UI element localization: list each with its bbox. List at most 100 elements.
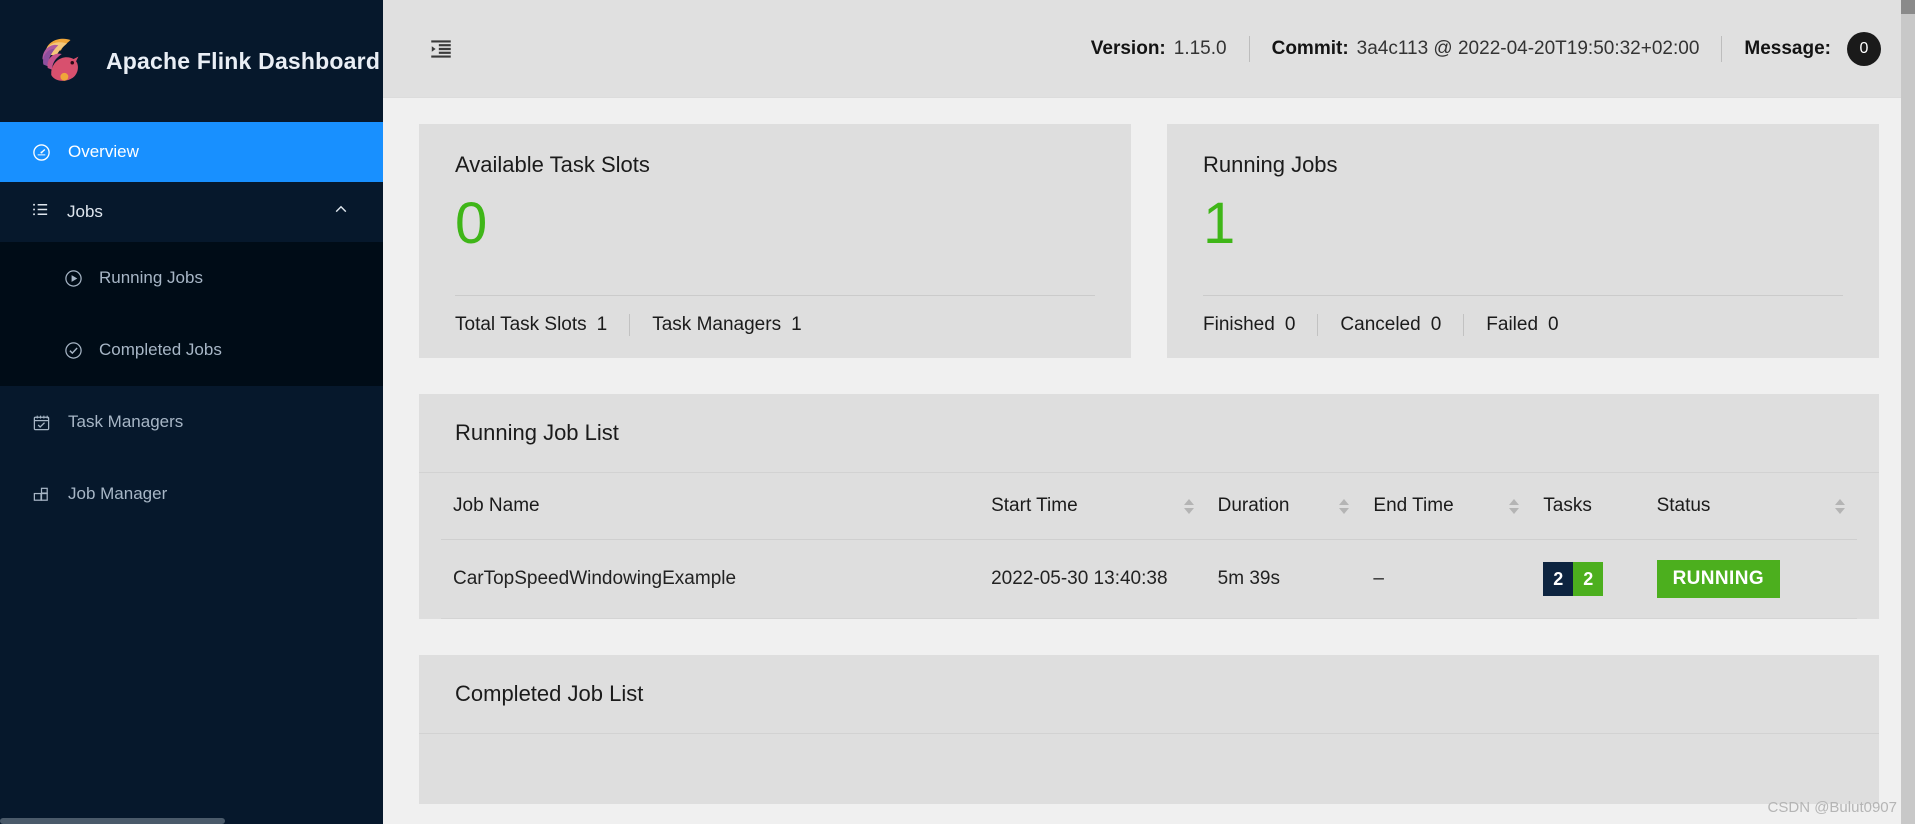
- content-scroll-area: Available Task Slots 0 Total Task Slots …: [383, 98, 1915, 824]
- column-label: Tasks: [1543, 495, 1592, 516]
- sidebar-item-jobs[interactable]: Jobs: [0, 182, 383, 242]
- card-value-available-task-slots: 0: [455, 191, 488, 256]
- divider: [629, 314, 631, 336]
- sort-toggle-status[interactable]: [1835, 498, 1845, 514]
- th-wrap: Tasks: [1543, 495, 1632, 517]
- column-label: Start Time: [991, 495, 1078, 516]
- table-header: Job Name Start Time Duration End Time Ta…: [441, 473, 1857, 540]
- flink-dashboard: Apache Flink Dashboard Overview Jobs Run…: [0, 0, 1915, 824]
- running-job-list-body: Job Name Start Time Duration End Time Ta…: [419, 473, 1879, 619]
- cell-end-time: –: [1361, 539, 1532, 619]
- th-wrap: Job Name: [453, 495, 967, 517]
- footer-label: Failed: [1486, 314, 1539, 335]
- menu-fold-icon[interactable]: [423, 31, 459, 67]
- card-footer: Total Task Slots 1 Task Managers 1: [455, 314, 1095, 336]
- column-header-duration[interactable]: Duration: [1205, 473, 1362, 540]
- footer-value: 1: [791, 314, 802, 335]
- sort-toggle-start-time[interactable]: [1183, 498, 1194, 514]
- table-body: CarTopSpeedWindowingExample 2022-05-30 1…: [441, 539, 1857, 619]
- th-wrap: End Time: [1373, 495, 1520, 517]
- sidebar-item-task-managers[interactable]: Task Managers: [0, 386, 383, 458]
- card-running-jobs: Running Jobs 1 Finished 0 Canceled 0 Fai…: [1167, 124, 1879, 358]
- summary-cards-row: Available Task Slots 0 Total Task Slots …: [419, 124, 1879, 358]
- message-count-badge[interactable]: 0: [1847, 31, 1881, 66]
- cell-job-name[interactable]: CarTopSpeedWindowingExample: [441, 539, 980, 619]
- sidebar-horizontal-scrollbar[interactable]: [0, 818, 225, 824]
- version-label: Version:: [1090, 37, 1166, 59]
- sidebar-item-label-job-manager: Job Manager: [68, 484, 168, 503]
- sidebar-item-label-running-jobs: Running Jobs: [99, 268, 203, 287]
- sidebar-item-job-manager[interactable]: Job Manager: [0, 458, 383, 530]
- sort-toggle-duration[interactable]: [1339, 498, 1350, 514]
- table-row[interactable]: CarTopSpeedWindowingExample 2022-05-30 1…: [441, 539, 1857, 619]
- task-badge-group: 2 2: [1543, 562, 1604, 596]
- column-label: Status: [1656, 495, 1711, 516]
- brand-title: Apache Flink Dashboard: [106, 47, 381, 74]
- footer-failed: Failed 0: [1486, 314, 1558, 336]
- running-job-list-title: Running Job List: [419, 394, 1879, 473]
- footer-value: 1: [596, 314, 608, 335]
- sidebar-item-label-overview: Overview: [68, 142, 139, 161]
- sort-toggle-end-time[interactable]: [1509, 498, 1520, 514]
- sidebar-submenu-jobs: Running Jobs Completed Jobs: [0, 242, 383, 386]
- column-header-tasks[interactable]: Tasks: [1531, 473, 1645, 540]
- column-header-start-time[interactable]: Start Time: [979, 473, 1206, 540]
- commit-label: Commit:: [1271, 37, 1349, 59]
- divider: [1317, 314, 1319, 336]
- divider: [1721, 35, 1723, 62]
- footer-label: Finished: [1203, 314, 1275, 335]
- running-job-list-panel: Running Job List Job Name Start Time Dur…: [419, 394, 1879, 619]
- card-value-running-jobs: 1: [1203, 191, 1236, 256]
- sidebar-item-label-completed-jobs: Completed Jobs: [99, 340, 222, 359]
- running-job-table: Job Name Start Time Duration End Time Ta…: [441, 473, 1857, 619]
- sidebar-item-overview[interactable]: Overview: [0, 122, 383, 182]
- footer-task-managers: Task Managers 1: [652, 314, 801, 336]
- divider: [1203, 295, 1843, 296]
- flink-squirrel-logo: [32, 33, 88, 89]
- footer-value: 0: [1430, 314, 1442, 335]
- th-wrap: Status: [1657, 495, 1845, 517]
- status-badge: RUNNING: [1656, 560, 1781, 598]
- sidebar-nav: Overview Jobs Running Jobs Completed Job…: [0, 122, 383, 530]
- column-label: End Time: [1373, 495, 1454, 516]
- card-available-task-slots: Available Task Slots 0 Total Task Slots …: [419, 124, 1131, 358]
- column-header-job-name[interactable]: Job Name: [441, 473, 980, 540]
- list-icon: [31, 200, 50, 224]
- column-header-end-time[interactable]: End Time: [1361, 473, 1532, 540]
- completed-job-list-title: Completed Job List: [419, 655, 1879, 734]
- completed-job-list-panel: Completed Job List: [419, 655, 1879, 804]
- page-scrollbar-track[interactable]: [1901, 0, 1915, 824]
- completed-job-list-body: [419, 734, 1879, 804]
- task-badge-pending: 2: [1543, 562, 1574, 596]
- column-label: Duration: [1217, 495, 1290, 516]
- card-footer: Finished 0 Canceled 0 Failed 0: [1203, 314, 1843, 336]
- brand-header: Apache Flink Dashboard: [0, 0, 383, 122]
- page-scrollbar-thumb[interactable]: [1901, 0, 1915, 14]
- dashboard-icon: [31, 142, 51, 162]
- topbar: Version: 1.15.0 Commit: 3a4c113 @ 2022-0…: [383, 0, 1915, 98]
- cell-tasks: 2 2: [1531, 539, 1645, 619]
- footer-label: Canceled: [1340, 314, 1421, 335]
- check-circle-icon: [63, 340, 83, 360]
- chevron-up-icon[interactable]: [333, 202, 349, 223]
- card-title: Available Task Slots: [455, 152, 650, 177]
- cell-start-time: 2022-05-30 13:40:38: [979, 539, 1206, 619]
- divider: [1248, 35, 1250, 62]
- footer-label: Task Managers: [652, 314, 782, 335]
- footer-label: Total Task Slots: [455, 314, 587, 335]
- topbar-info: Version: 1.15.0 Commit: 3a4c113 @ 2022-0…: [1090, 31, 1881, 66]
- sidebar-item-label-task-managers: Task Managers: [68, 412, 184, 431]
- sidebar-item-completed-jobs[interactable]: Completed Jobs: [0, 314, 383, 386]
- footer-value: 0: [1284, 314, 1296, 335]
- calendar-check-icon: [31, 412, 51, 432]
- divider: [455, 295, 1095, 296]
- footer-value: 0: [1548, 314, 1559, 335]
- task-badge-running: 2: [1573, 562, 1604, 596]
- footer-finished: Finished 0: [1203, 314, 1295, 336]
- column-label: Job Name: [453, 495, 540, 516]
- sidebar-item-running-jobs[interactable]: Running Jobs: [0, 242, 383, 314]
- table-header-row: Job Name Start Time Duration End Time Ta…: [441, 473, 1857, 540]
- footer-total-task-slots: Total Task Slots 1: [455, 314, 607, 336]
- column-header-status[interactable]: Status: [1644, 473, 1857, 540]
- main-area: Version: 1.15.0 Commit: 3a4c113 @ 2022-0…: [383, 0, 1915, 824]
